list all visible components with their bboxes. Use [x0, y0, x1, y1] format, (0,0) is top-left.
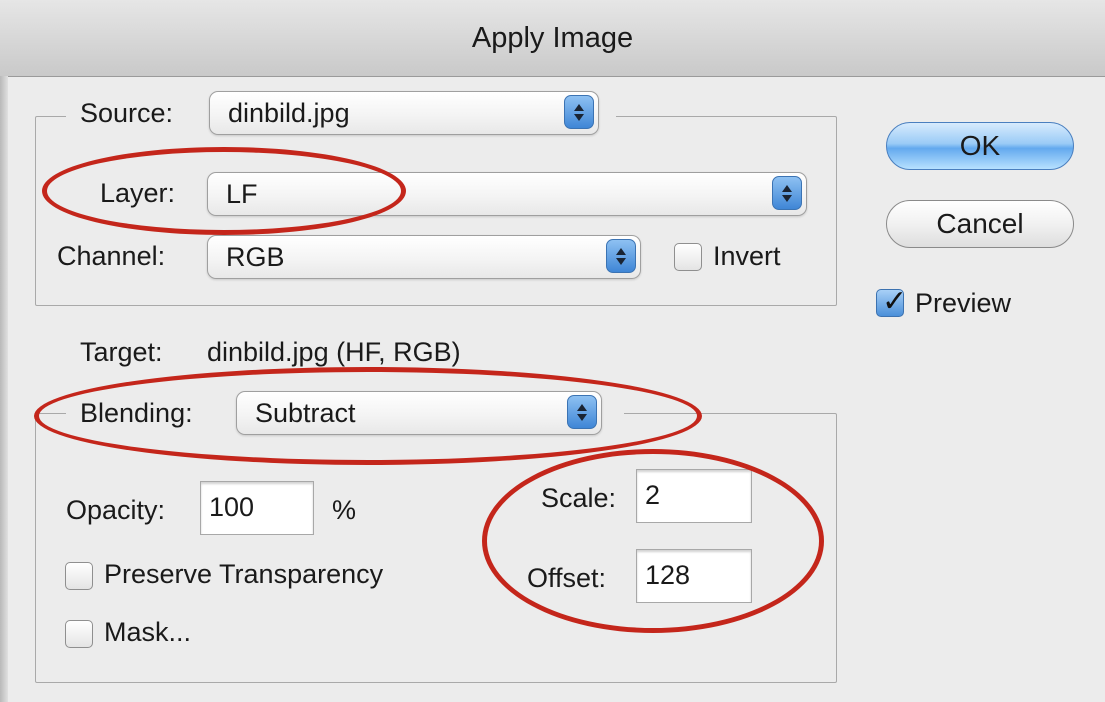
channel-select[interactable]: RGB	[207, 235, 641, 279]
updown-arrows-icon	[772, 176, 802, 210]
invert-checkbox[interactable]	[674, 243, 702, 271]
updown-arrows-icon	[564, 95, 594, 129]
updown-arrows-icon	[606, 239, 636, 273]
layer-select[interactable]: LF	[207, 172, 807, 216]
offset-value: 128	[645, 560, 691, 590]
scale-label: Scale:	[541, 483, 617, 513]
ok-button[interactable]: OK	[886, 122, 1074, 170]
blending-value: Subtract	[255, 398, 356, 428]
dialog-content: Source: dinbild.jpg Layer: LF Channel: R…	[8, 77, 1105, 702]
source-value: dinbild.jpg	[228, 98, 350, 128]
invert-label[interactable]: Invert	[713, 241, 781, 272]
preserve-transparency-label[interactable]: Preserve Transparency	[104, 559, 383, 590]
preview-checkbox[interactable]: ✓	[876, 284, 907, 319]
mask-label[interactable]: Mask...	[104, 617, 191, 648]
window-frame	[0, 76, 8, 702]
target-label: Target:	[80, 337, 163, 367]
channel-label: Channel:	[57, 241, 166, 271]
scale-input[interactable]: 2	[636, 469, 752, 523]
mask-checkbox[interactable]	[65, 620, 93, 648]
layer-value: LF	[226, 179, 258, 209]
preview-label[interactable]: Preview	[915, 288, 1011, 319]
source-label: Source:	[80, 98, 174, 128]
cancel-button[interactable]: Cancel	[886, 200, 1074, 248]
updown-arrows-icon	[567, 395, 597, 429]
opacity-label: Opacity:	[66, 495, 166, 525]
offset-label: Offset:	[527, 563, 607, 593]
scale-value: 2	[645, 480, 661, 510]
layer-label: Layer:	[100, 178, 176, 208]
offset-input[interactable]: 128	[636, 549, 752, 603]
preserve-transparency-checkbox[interactable]	[65, 562, 93, 590]
source-select[interactable]: dinbild.jpg	[209, 91, 599, 135]
opacity-input[interactable]: 100	[200, 481, 314, 535]
window-title: Apply Image	[471, 21, 634, 54]
title-bar: Apply Image	[0, 0, 1105, 77]
blending-select[interactable]: Subtract	[236, 391, 602, 435]
opacity-unit: %	[332, 495, 357, 525]
blending-label: Blending:	[80, 398, 193, 428]
channel-value: RGB	[226, 242, 285, 272]
target-value: dinbild.jpg (HF, RGB)	[207, 337, 461, 367]
opacity-value: 100	[209, 492, 255, 522]
checkmark-icon: ✓	[882, 284, 908, 319]
